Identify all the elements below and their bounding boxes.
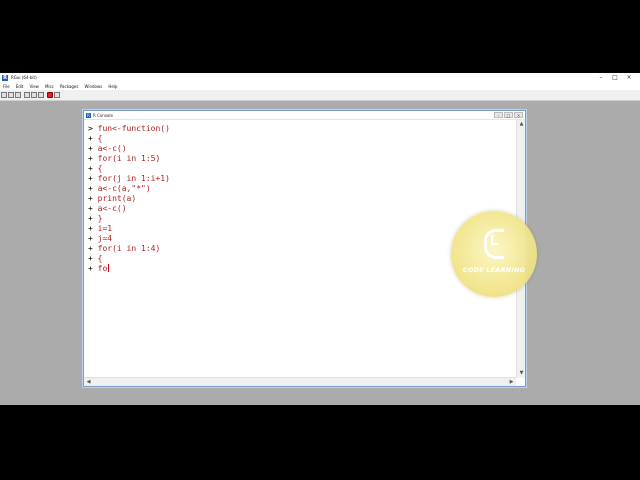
horizontal-scrollbar[interactable]: ◀ ▶ bbox=[84, 377, 516, 386]
code-learning-watermark: L CODE LEARNING bbox=[451, 211, 537, 297]
prompt: + bbox=[88, 134, 93, 143]
console-line: + print(a) bbox=[88, 194, 516, 204]
console-close-button[interactable]: × bbox=[514, 112, 523, 118]
console-titlebar: R R Console – □ × bbox=[84, 111, 525, 120]
prompt: + bbox=[88, 254, 93, 263]
stop-icon[interactable] bbox=[47, 92, 53, 98]
scroll-up-icon[interactable]: ▲ bbox=[517, 120, 526, 129]
code-text: { bbox=[97, 134, 103, 143]
console-line: + a<-c() bbox=[88, 144, 516, 154]
copy-paste-icon[interactable] bbox=[38, 92, 44, 98]
console-title: R Console bbox=[93, 112, 113, 118]
copy-icon[interactable] bbox=[24, 92, 30, 98]
console-maximize-button[interactable]: □ bbox=[504, 112, 513, 118]
menu-file[interactable]: File bbox=[0, 84, 13, 89]
prompt: + bbox=[88, 154, 93, 163]
code-text: } bbox=[97, 214, 103, 223]
rgui-titlebar: R RGui (64-bit) – □ × bbox=[0, 73, 640, 82]
window-title: RGui (64-bit) bbox=[11, 75, 37, 80]
console-line: + for(i in 1:5) bbox=[88, 154, 516, 164]
code-text: { bbox=[97, 254, 103, 263]
code-text: j=4 bbox=[97, 234, 113, 243]
code-text: a<-c(a,"*") bbox=[97, 184, 151, 193]
menu-help[interactable]: Help bbox=[105, 84, 120, 89]
prompt: + bbox=[88, 214, 93, 223]
watermark-letter: L bbox=[489, 233, 499, 249]
close-button[interactable]: × bbox=[622, 73, 636, 82]
toolbar bbox=[0, 90, 640, 101]
prompt: + bbox=[88, 184, 93, 193]
code-text: print(a) bbox=[97, 194, 137, 203]
code-text: for(i in 1:5) bbox=[97, 154, 161, 163]
code-text: fun<-function() bbox=[97, 124, 170, 133]
code-text: a<-c() bbox=[97, 144, 127, 153]
code-text: { bbox=[97, 164, 103, 173]
console-line: + for(j in 1:i+1) bbox=[88, 174, 516, 184]
prompt: + bbox=[88, 204, 93, 213]
prompt: + bbox=[88, 224, 93, 233]
text-cursor bbox=[108, 264, 110, 272]
menu-edit[interactable]: Edit bbox=[13, 84, 27, 89]
prompt: + bbox=[88, 244, 93, 253]
console-window-controls: – □ × bbox=[493, 112, 523, 118]
console-line: + { bbox=[88, 134, 516, 144]
code-text: fo bbox=[97, 264, 108, 273]
r-console-icon: R bbox=[86, 112, 91, 118]
prompt: + bbox=[88, 194, 93, 203]
code-text: for(i in 1:4) bbox=[97, 244, 161, 253]
code-text: a<-c() bbox=[97, 204, 127, 213]
window-controls: – □ × bbox=[594, 73, 636, 82]
console-line: > fun<-function() bbox=[88, 124, 516, 134]
save-workspace-icon[interactable] bbox=[15, 92, 21, 98]
watermark-text: CODE LEARNING bbox=[462, 266, 526, 274]
console-line: + } bbox=[88, 214, 516, 224]
console-line: + a<-c(a,"*") bbox=[88, 184, 516, 194]
r-logo-icon: R bbox=[2, 74, 8, 81]
menu-packages[interactable]: Packages bbox=[57, 84, 82, 89]
menu-misc[interactable]: Misc bbox=[42, 84, 57, 89]
menu-view[interactable]: View bbox=[26, 84, 42, 89]
load-workspace-icon[interactable] bbox=[8, 92, 14, 98]
open-script-icon[interactable] bbox=[1, 92, 7, 98]
prompt: + bbox=[88, 164, 93, 173]
scroll-left-icon[interactable]: ◀ bbox=[84, 378, 93, 387]
print-icon[interactable] bbox=[54, 92, 60, 98]
prompt: + bbox=[88, 234, 93, 243]
code-text: i=1 bbox=[97, 224, 113, 233]
prompt: + bbox=[88, 144, 93, 153]
letterbox-top bbox=[0, 0, 640, 73]
console-line: + { bbox=[88, 164, 516, 174]
maximize-button[interactable]: □ bbox=[608, 73, 622, 82]
prompt: + bbox=[88, 174, 93, 183]
code-text: for(j in 1:i+1) bbox=[97, 174, 170, 183]
scroll-right-icon[interactable]: ▶ bbox=[507, 378, 516, 387]
console-minimize-button[interactable]: – bbox=[494, 112, 503, 118]
prompt: > bbox=[88, 124, 93, 133]
menu-bar: File Edit View Misc Packages Windows Hel… bbox=[0, 82, 640, 90]
paste-icon[interactable] bbox=[31, 92, 37, 98]
console-line: + a<-c() bbox=[88, 204, 516, 214]
scroll-down-icon[interactable]: ▼ bbox=[517, 369, 526, 378]
letterbox-bottom bbox=[0, 405, 640, 480]
minimize-button[interactable]: – bbox=[594, 73, 608, 82]
prompt: + bbox=[88, 264, 93, 273]
menu-windows[interactable]: Windows bbox=[81, 84, 105, 89]
